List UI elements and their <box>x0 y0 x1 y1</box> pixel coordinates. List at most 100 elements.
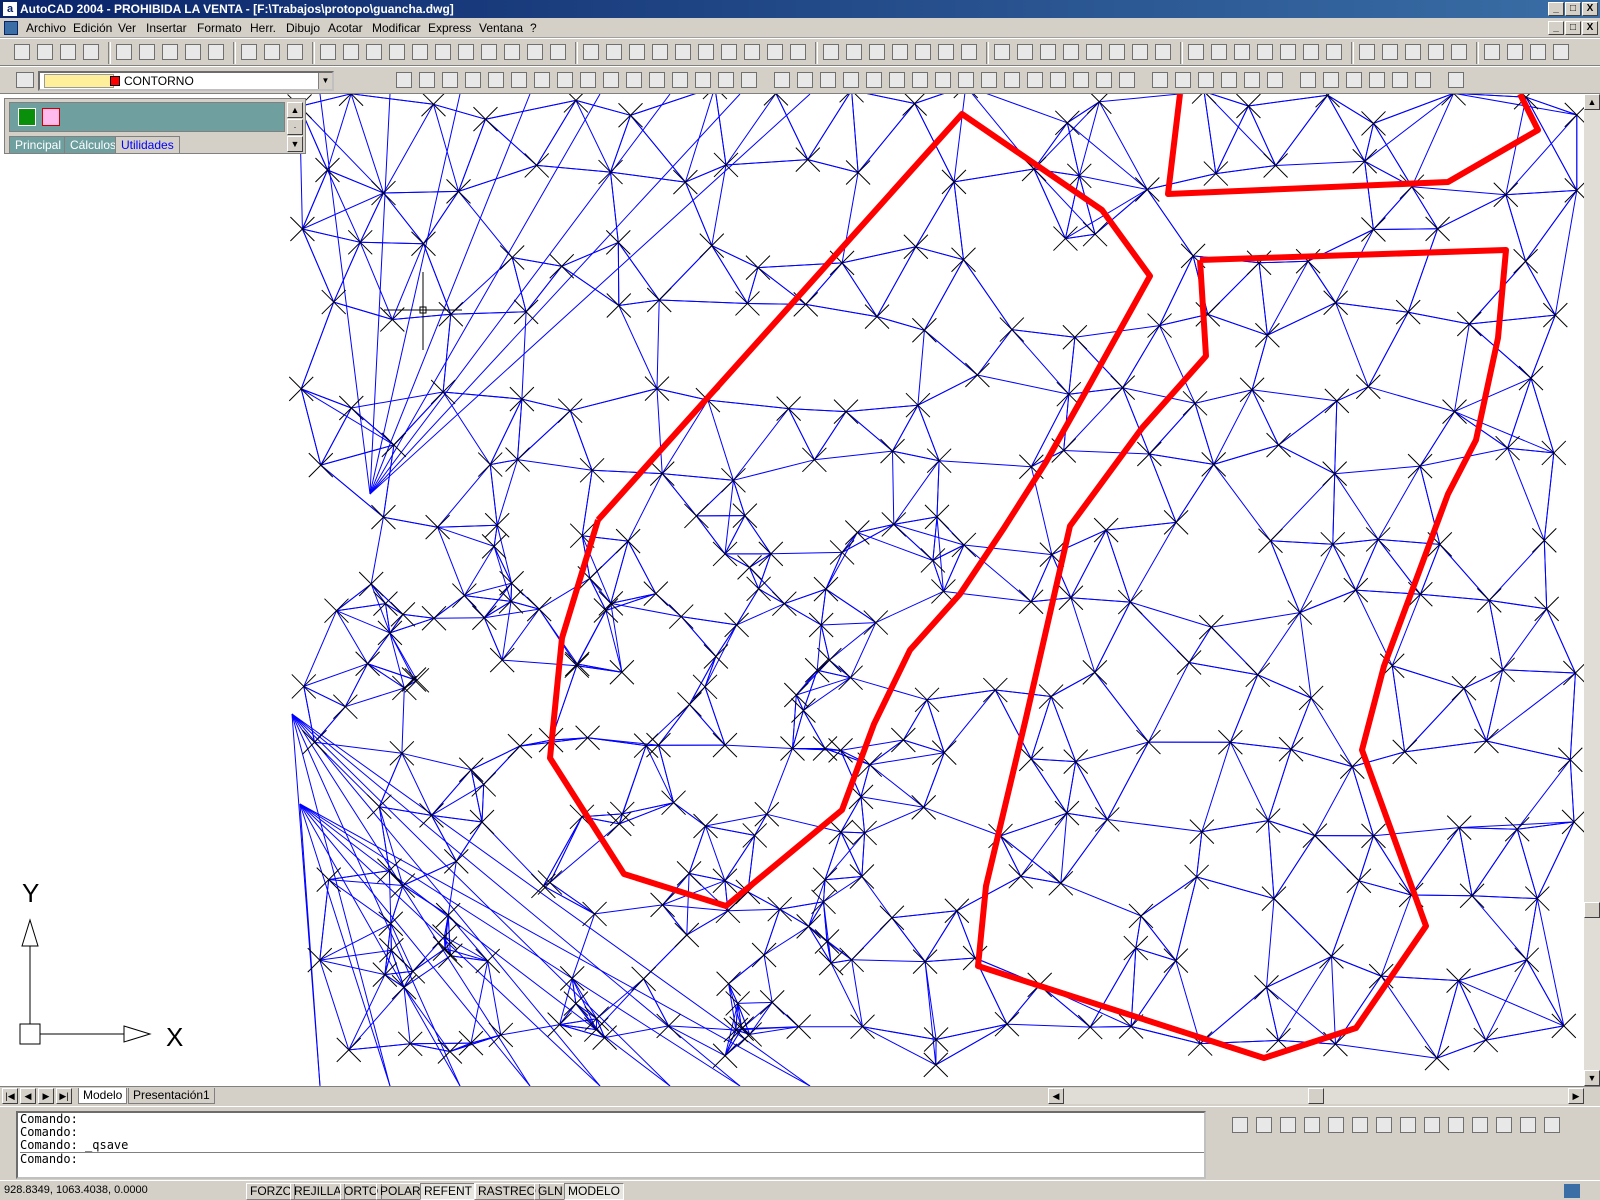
toolbar-tool-icon[interactable] <box>1496 1117 1512 1133</box>
panel-scroll-down[interactable]: ▼ <box>287 136 303 152</box>
toolbar-tool-icon[interactable] <box>1188 44 1204 60</box>
toolbar-tool-icon[interactable] <box>1472 1117 1488 1133</box>
toolbar-tool-icon[interactable] <box>869 44 885 60</box>
scroll-up-icon[interactable]: ▲ <box>1584 94 1600 110</box>
toolbar-tool-icon[interactable] <box>721 44 737 60</box>
toolbar-tool-icon[interactable] <box>912 72 928 88</box>
toolbar-tool-icon[interactable] <box>1428 44 1444 60</box>
toolbar-tool-icon[interactable] <box>1392 72 1408 88</box>
toolbar-tool-icon[interactable] <box>1424 1117 1440 1133</box>
toolbar-tool-icon[interactable] <box>652 44 668 60</box>
toolbar-tool-icon[interactable] <box>1405 44 1421 60</box>
toolbar-tool-icon[interactable] <box>1004 72 1020 88</box>
toolbar-tool-icon[interactable] <box>1323 72 1339 88</box>
doc-minimize-button[interactable]: _ <box>1548 21 1564 35</box>
toolbar-tool-icon[interactable] <box>820 72 836 88</box>
toolbar-tool-icon[interactable] <box>1359 44 1375 60</box>
command-input[interactable]: Comando: <box>20 1152 1204 1166</box>
toolbar-tool-icon[interactable] <box>1050 72 1066 88</box>
close-button[interactable]: X <box>1582 2 1598 16</box>
toolbar-tool-icon[interactable] <box>412 44 428 60</box>
toolbar-tool-icon[interactable] <box>1073 72 1089 88</box>
toolbar-tool-icon[interactable] <box>797 72 813 88</box>
toolbar-tool-icon[interactable] <box>649 72 665 88</box>
toolbar-tool-icon[interactable] <box>396 72 412 88</box>
toolbar-tool-icon[interactable] <box>287 44 303 60</box>
toolbar-tool-icon[interactable] <box>958 72 974 88</box>
toolbar-tool-icon[interactable] <box>241 44 257 60</box>
toolbar-tool-icon[interactable] <box>915 44 931 60</box>
toolbar-tool-icon[interactable] <box>1244 72 1260 88</box>
toolbar-tool-icon[interactable] <box>504 44 520 60</box>
panel-tab-calculos[interactable]: Cálculos <box>64 136 123 154</box>
toolbar-tool-icon[interactable] <box>419 72 435 88</box>
toolbar-tool-icon[interactable] <box>1234 44 1250 60</box>
toolbar-tool-icon[interactable] <box>774 72 790 88</box>
toolbar-tool-icon[interactable] <box>1257 44 1273 60</box>
first-tab-icon[interactable]: |◀ <box>2 1088 18 1104</box>
scroll-thumb[interactable] <box>1584 902 1600 918</box>
toolbar-tool-icon[interactable] <box>1376 1117 1392 1133</box>
toolbar-tool-icon[interactable] <box>557 72 573 88</box>
menu-acotar[interactable]: Acotar <box>328 21 363 35</box>
layer-dropdown[interactable]: CONTORNO ▼ <box>38 71 334 91</box>
tab-presentacion1[interactable]: Presentación1 <box>128 1088 215 1104</box>
toolbar-tool-icon[interactable] <box>139 44 155 60</box>
toolbar-tool-icon[interactable] <box>1132 44 1148 60</box>
toolbar-tool-icon[interactable] <box>961 44 977 60</box>
tab-modelo[interactable]: Modelo <box>78 1088 128 1104</box>
doc-restore-button[interactable]: □ <box>1565 21 1581 35</box>
report-tool-icon[interactable] <box>42 108 60 126</box>
toolbar-tool-icon[interactable] <box>83 44 99 60</box>
drawing-canvas[interactable]: Y X <box>0 94 1584 1086</box>
panel-scroll-mid[interactable]: · <box>287 119 303 135</box>
toolbar-tool-icon[interactable] <box>1086 44 1102 60</box>
menu-dibujo[interactable]: Dibujo <box>286 21 320 35</box>
toolbar-tool-icon[interactable] <box>1152 72 1168 88</box>
toolbar-tool-icon[interactable] <box>1027 72 1043 88</box>
toolbar-tool-icon[interactable] <box>1063 44 1079 60</box>
toolbar-tool-icon[interactable] <box>1369 72 1385 88</box>
toolbar-tool-icon[interactable] <box>889 72 905 88</box>
toolbar-tool-icon[interactable] <box>1484 44 1500 60</box>
toolbar-tool-icon[interactable] <box>208 44 224 60</box>
maximize-button[interactable]: □ <box>1565 2 1581 16</box>
command-window[interactable]: Comando: Comando: Comando: _qsave Comand… <box>16 1111 1206 1179</box>
toolbar-tool-icon[interactable] <box>1544 1117 1560 1133</box>
comm-center-icon[interactable] <box>1564 1184 1580 1198</box>
toolbar-tool-icon[interactable] <box>629 44 645 60</box>
toolbar-tool-icon[interactable] <box>1400 1117 1416 1133</box>
menu-ventana[interactable]: Ventana <box>479 21 523 35</box>
toolbar-tool-icon[interactable] <box>264 44 280 60</box>
toolbar-tool-icon[interactable] <box>1326 44 1342 60</box>
toolbar-tool-icon[interactable] <box>994 44 1010 60</box>
menu-help[interactable]: ? <box>530 21 537 35</box>
chevron-down-icon[interactable]: ▼ <box>318 73 332 89</box>
toolbar-tool-icon[interactable] <box>938 44 954 60</box>
toolbar-tool-icon[interactable] <box>1382 44 1398 60</box>
toolbar-tool-icon[interactable] <box>1352 1117 1368 1133</box>
toolbar-tool-icon[interactable] <box>892 44 908 60</box>
toolbar-tool-icon[interactable] <box>843 72 859 88</box>
toolbar-tool-icon[interactable] <box>981 72 997 88</box>
toolbar-tool-icon[interactable] <box>1280 44 1296 60</box>
layers-icon[interactable] <box>16 72 34 88</box>
toolbar-tool-icon[interactable] <box>343 44 359 60</box>
toolbar-tool-icon[interactable] <box>1040 44 1056 60</box>
toolbar-tool-icon[interactable] <box>162 44 178 60</box>
toolbar-tool-icon[interactable] <box>1346 72 1362 88</box>
toolbar-tool-icon[interactable] <box>185 44 201 60</box>
toolbar-tool-icon[interactable] <box>1232 1117 1248 1133</box>
menu-herr[interactable]: Herr. <box>250 21 276 35</box>
menu-ver[interactable]: Ver <box>118 21 136 35</box>
document-icon[interactable] <box>4 21 18 35</box>
toolbar-tool-icon[interactable] <box>1448 1117 1464 1133</box>
toolbar-tool-icon[interactable] <box>60 44 76 60</box>
toolbar-tool-icon[interactable] <box>1304 1117 1320 1133</box>
menu-archivo[interactable]: Archivo <box>26 21 66 35</box>
toggle-polar[interactable]: POLAR <box>376 1183 425 1200</box>
scroll-left-icon[interactable]: ◀ <box>1048 1088 1064 1104</box>
toolbar-tool-icon[interactable] <box>580 72 596 88</box>
toolbar-tool-icon[interactable] <box>1221 72 1237 88</box>
toolbar-tool-icon[interactable] <box>626 72 642 88</box>
